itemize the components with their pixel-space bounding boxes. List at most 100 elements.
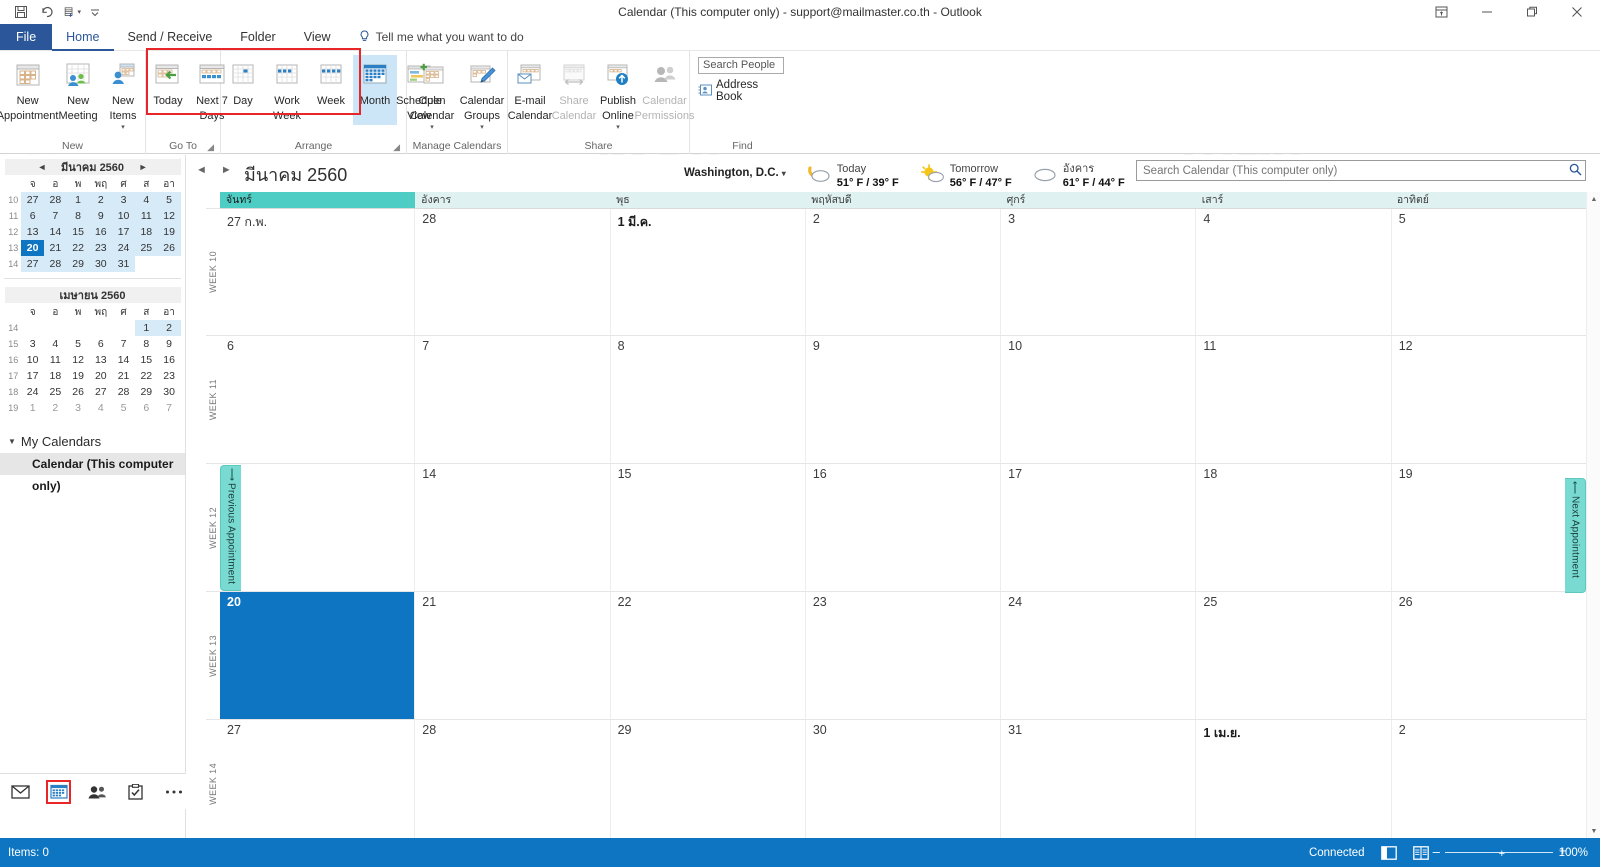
publish-online-button[interactable]: Publish Online ▾ [596,55,640,135]
day-cell[interactable]: 17 [1000,464,1196,591]
mini-day[interactable]: 2 [89,192,113,208]
mini-day[interactable]: 7 [43,208,67,224]
mini-day[interactable]: 18 [134,224,158,240]
calendar-vertical-scrollbar[interactable]: ▲ ▼ [1586,192,1600,838]
day-cell[interactable]: 14 [414,464,610,591]
day-cell[interactable]: 15 [609,464,805,591]
zoom-control[interactable]: – + + 100% [1433,843,1588,860]
ribbon-tab-bar[interactable]: File Home Send / Receive Folder View Tel… [0,24,1600,51]
week-view-button[interactable]: Week [309,55,353,108]
address-book-button[interactable]: Address Book [698,79,787,103]
mini-day[interactable]: 11 [44,352,67,368]
mini-week-number[interactable]: 16 [5,352,22,368]
day-cell[interactable]: 1 มี.ค. [609,209,805,335]
week-number-cell[interactable]: WEEK 13 [206,591,220,719]
mini-day[interactable]: 30 [89,256,113,272]
mini-week-number[interactable]: 10 [5,192,22,208]
mini-day[interactable]: 18 [44,368,67,384]
tasks-module-button[interactable] [123,780,147,804]
search-input[interactable] [1137,164,1565,177]
mini-day[interactable]: 5 [67,336,90,352]
tab-file[interactable]: File [0,24,53,50]
mini-day[interactable]: 31 [112,256,135,272]
mini-day[interactable]: 5 [112,400,135,416]
mini-day[interactable]: 26 [67,384,90,400]
day-cell[interactable]: 26 [1390,592,1586,719]
day-cell[interactable]: 12 [1390,336,1586,463]
day-view-button[interactable]: Day [221,55,265,108]
search-icon[interactable] [1565,163,1585,179]
day-cell[interactable]: 22 [609,592,805,719]
march-mini-calendar-grid[interactable]: จ อ พ พฤ ศ ส อา 10 27 28 1 2 3 4 5 11 6 … [5,177,181,272]
mini-day[interactable]: 21 [112,368,135,384]
april-mini-calendar[interactable]: เมษายน 2560 จ อ พ พฤ ศ ส อา 14 1 2 15 3 … [4,283,181,416]
calendar-nav-arrows[interactable]: ◄ ► [196,164,232,176]
search-people-input[interactable]: Search People [698,57,784,74]
mini-day[interactable]: 15 [135,352,158,368]
ribbon-display-options-button[interactable] [1419,0,1464,24]
mini-day[interactable]: 17 [21,368,44,384]
scroll-down-button[interactable]: ▼ [1587,824,1600,838]
mini-day[interactable]: 28 [112,384,135,400]
mini-week-number[interactable]: 14 [5,320,22,336]
weather-location-selector[interactable]: Washington, D.C. ▾ [684,160,786,179]
mini-day[interactable]: 12 [157,208,181,224]
today-weather[interactable]: Today 51° F / 39° F [806,160,899,190]
mini-day[interactable]: 23 [89,240,113,256]
people-module-button[interactable] [85,780,109,804]
mini-day[interactable]: 9 [89,208,113,224]
mini-day[interactable]: 19 [67,368,90,384]
day-cell[interactable]: 24 [1000,592,1196,719]
mini-week-number[interactable]: 12 [5,224,22,240]
next-appointment-tab[interactable]: ⟶ Next Appointment [1565,478,1586,593]
calendar-search-box[interactable] [1136,160,1586,181]
day-cell[interactable]: 28 [414,720,610,847]
calendar-prev-month-button[interactable]: ◄ [196,164,207,176]
mini-day[interactable]: 14 [43,224,67,240]
month-view-button[interactable]: Month [353,55,397,125]
day-cell[interactable]: 19 [1390,464,1586,591]
tab-view[interactable]: View [290,24,345,50]
mini-day[interactable]: 7 [112,336,135,352]
chevron-down-icon[interactable]: ▾ [782,169,786,178]
mini-day[interactable]: 25 [134,240,158,256]
mini-week-number[interactable]: 11 [5,208,22,224]
zoom-slider-thumb[interactable]: + [1499,848,1505,860]
mini-day[interactable]: 26 [157,240,181,256]
mail-module-button[interactable] [8,780,32,804]
day-cell[interactable]: 25 [1195,592,1391,719]
mini-day[interactable]: 11 [134,208,158,224]
mini-day[interactable]: 17 [112,224,135,240]
mini-day[interactable]: 25 [44,384,67,400]
day-cell[interactable]: 2 [804,209,1001,335]
chevron-down-icon[interactable]: ▾ [480,124,484,131]
day-cell[interactable]: 18 [1195,464,1391,591]
day-cell[interactable]: 3 [1000,209,1196,335]
minimize-button[interactable] [1464,0,1509,24]
work-week-view-button[interactable]: Work Week [265,55,309,122]
day-cell[interactable]: 27 ก.พ. [220,209,415,335]
day-cell[interactable]: 10 [1000,336,1196,463]
mini-day[interactable]: 8 [135,336,158,352]
mini-week-number[interactable]: 19 [5,400,22,416]
calendar-next-month-button[interactable]: ► [221,164,232,176]
chevron-down-icon[interactable]: ▾ [430,124,434,131]
new-items-button[interactable]: New Items ▾ [101,55,145,135]
tab-folder[interactable]: Folder [226,24,289,50]
day-cell[interactable]: 28 [414,209,610,335]
calendar-module-button[interactable] [46,779,71,804]
arrange-dialog-launcher-icon[interactable]: ◢ [393,140,400,155]
day-cell[interactable]: 13 [220,464,415,591]
mini-day[interactable]: 3 [67,400,90,416]
module-navigation-bar[interactable] [0,773,186,809]
week-number-cell[interactable]: WEEK 10 [206,208,220,335]
tomorrow-weather[interactable]: Tomorrow 56° F / 47° F [919,160,1012,190]
mini-day[interactable]: 14 [112,352,135,368]
mini-day[interactable]: 6 [89,336,112,352]
mini-week-number[interactable]: 18 [5,384,22,400]
mini-day[interactable]: 1 [134,320,158,336]
chevron-down-icon[interactable]: ▾ [121,124,125,131]
mini-day[interactable]: 5 [157,192,181,208]
mini-day[interactable]: 29 [66,256,90,272]
go-to-dialog-launcher-icon[interactable]: ◢ [207,140,214,155]
